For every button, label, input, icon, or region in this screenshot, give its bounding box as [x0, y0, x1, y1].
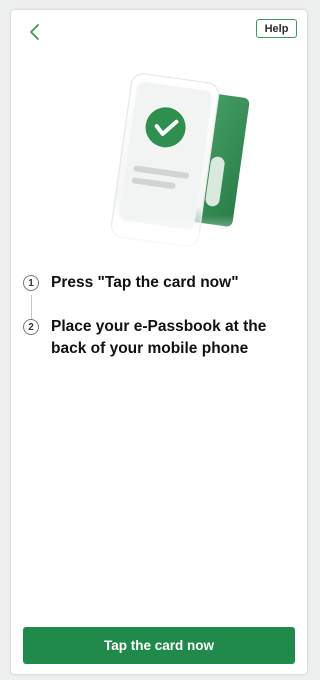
- step-text: Place your e-Passbook at the back of you…: [51, 318, 267, 357]
- tap-card-now-button[interactable]: Tap the card now: [23, 627, 295, 664]
- back-button[interactable]: [25, 23, 45, 45]
- step-number: 1: [23, 275, 39, 291]
- step-number: 2: [23, 319, 39, 335]
- step-item: 2 Place your e-Passbook at the back of y…: [23, 316, 303, 360]
- help-button[interactable]: Help: [256, 19, 297, 38]
- screen: Help 1 Press "Tap the card now" 2 Place …: [11, 10, 307, 674]
- step-item: 1 Press "Tap the card now": [23, 272, 303, 316]
- step-text: Press "Tap the card now": [51, 274, 239, 291]
- chevron-left-icon: [29, 23, 41, 46]
- instruction-steps: 1 Press "Tap the card now" 2 Place your …: [23, 272, 303, 360]
- phone-card-illustration: [81, 65, 251, 255]
